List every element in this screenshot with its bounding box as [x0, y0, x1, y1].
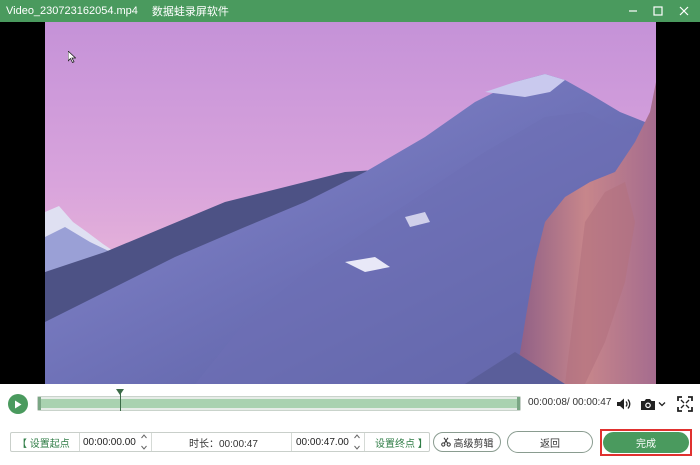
close-button[interactable]	[671, 0, 697, 22]
start-time-stepper[interactable]	[140, 434, 148, 450]
done-button[interactable]: 完成	[603, 432, 689, 453]
close-icon	[679, 6, 689, 16]
divider	[364, 433, 365, 451]
title-bar: Video_230723162054.mp4 数据蛙录屏软件	[0, 0, 700, 22]
timeline-bar: 00:00:08/ 00:00:47	[0, 384, 700, 424]
volume-icon	[617, 398, 631, 410]
trim-controls: 【 设置起点 00:00:00.00 时长：00:00:47 00:00:47.…	[0, 424, 700, 465]
back-label: 返回	[540, 438, 560, 450]
done-label: 完成	[636, 439, 656, 450]
chevron-down-icon[interactable]	[658, 401, 666, 407]
mountain-landscape-image	[45, 22, 656, 384]
set-end-button[interactable]: 设置终点 】	[369, 433, 434, 451]
advanced-edit-button[interactable]: 高级剪辑	[433, 432, 501, 452]
screenshot-button[interactable]	[640, 396, 666, 412]
start-time-field[interactable]: 00:00:00.00	[83, 433, 136, 451]
maximize-button[interactable]	[645, 0, 671, 22]
scissors-icon	[440, 437, 451, 447]
trim-end-handle[interactable]	[517, 397, 520, 410]
chevron-up-icon[interactable]	[354, 434, 360, 439]
back-button[interactable]: 返回	[507, 431, 593, 453]
timeline-selection	[40, 399, 518, 408]
end-time-field[interactable]: 00:00:47.00	[296, 433, 349, 451]
trim-start-handle[interactable]	[38, 397, 41, 410]
minimize-icon	[629, 10, 637, 12]
time-readout: 00:00:08/ 00:00:47	[528, 397, 612, 408]
advanced-edit-label: 高级剪辑	[453, 438, 494, 450]
set-start-button[interactable]: 【 设置起点	[11, 433, 76, 451]
chevron-down-icon[interactable]	[354, 445, 360, 450]
video-frame	[45, 22, 656, 384]
fullscreen-button[interactable]	[677, 396, 693, 412]
divider	[151, 433, 152, 451]
screen-recorder-preview-window: Video_230723162054.mp4 数据蛙录屏软件 00:00:08/…	[0, 0, 700, 465]
playhead-line	[120, 392, 121, 411]
window-file-name: Video_230723162054.mp4	[6, 5, 138, 17]
divider	[79, 433, 80, 451]
chevron-down-icon[interactable]	[141, 445, 147, 450]
timeline-track[interactable]	[37, 396, 521, 411]
mouse-cursor-icon	[68, 51, 76, 63]
window-app-name: 数据蛙录屏软件	[151, 6, 229, 18]
play-button[interactable]	[8, 394, 28, 414]
video-preview-area[interactable]	[0, 22, 700, 384]
fullscreen-icon	[677, 396, 693, 412]
maximize-icon	[653, 6, 663, 16]
trim-range-editor: 【 设置起点 00:00:00.00 时长：00:00:47 00:00:47.…	[10, 432, 430, 452]
camera-icon	[641, 398, 655, 410]
divider	[291, 433, 292, 451]
play-icon	[15, 400, 22, 408]
chevron-up-icon[interactable]	[141, 434, 147, 439]
minimize-button[interactable]	[620, 0, 646, 22]
duration-label: 时长：00:00:47	[189, 438, 258, 450]
volume-button[interactable]	[616, 396, 632, 412]
end-time-stepper[interactable]	[353, 434, 361, 450]
